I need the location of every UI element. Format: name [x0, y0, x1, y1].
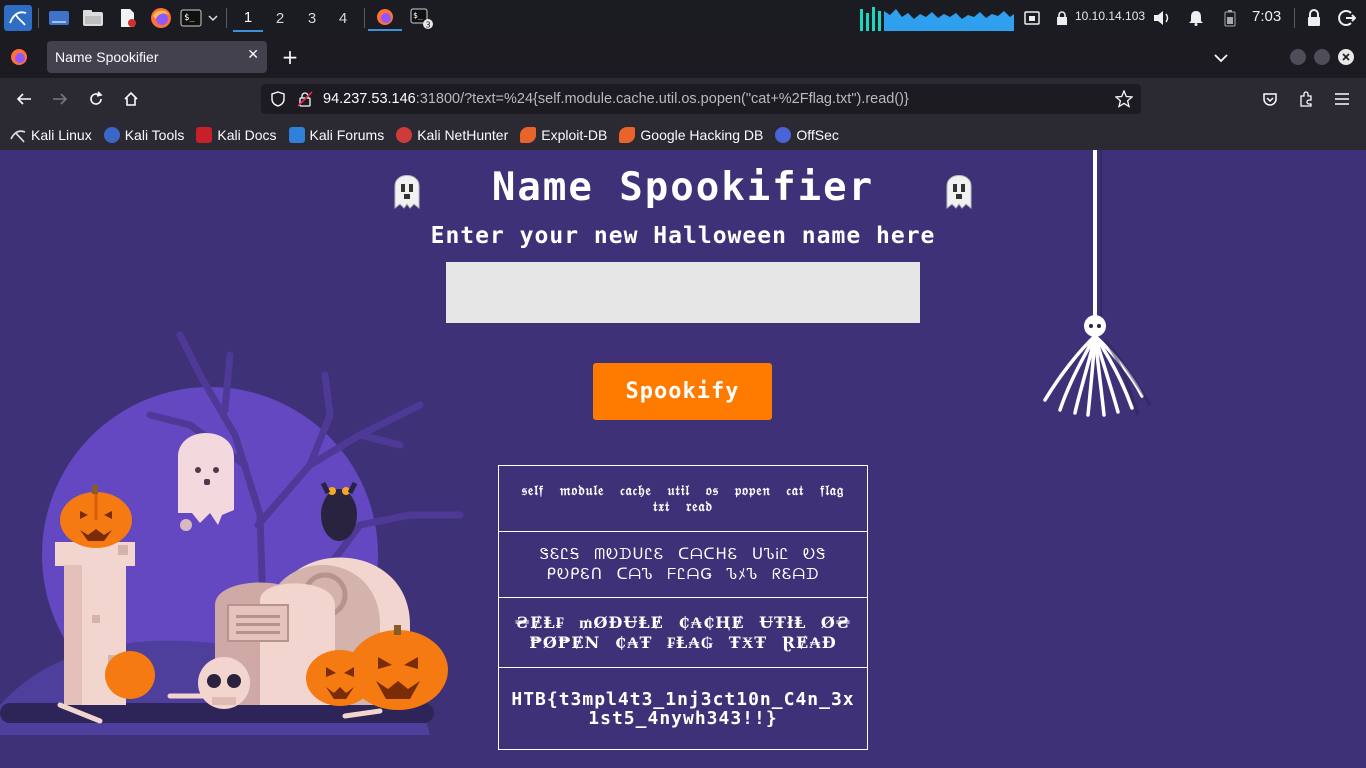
svg-text:$_: $_: [184, 13, 195, 23]
pocket-icon[interactable]: [1259, 88, 1281, 110]
new-tab-button[interactable]: +: [280, 45, 300, 69]
vpn-lock-icon: [1052, 5, 1072, 31]
ip-address: 10.10.14.103: [1075, 9, 1146, 23]
workspace-4[interactable]: 4: [328, 4, 358, 32]
table-row: ₴ɆⱠ₣ ₥ØĐɄⱠɆ ₵₳₵ⱧɆ ɄŦłⱠ Ø₴ ₱Ø₱ɆN ₵₳Ŧ ₣Ⱡ₳₲…: [498, 597, 868, 668]
bookmark-kali-linux[interactable]: Kali Linux: [10, 127, 92, 143]
url-host: 94.237.53.146: [323, 91, 416, 107]
bookmark-google-hacking-db[interactable]: Google Hacking DB: [619, 127, 763, 143]
workspace-3[interactable]: 3: [297, 4, 327, 32]
bookmark-kali-nethunter[interactable]: Kali NetHunter: [396, 127, 508, 143]
maximize-window-button[interactable]: [1314, 49, 1330, 65]
page-subtitle: Enter your new Halloween name here: [430, 223, 936, 249]
kali-menu-icon[interactable]: [4, 5, 32, 31]
tab-strip: Name Spookifier ✕ +: [0, 36, 1366, 78]
navigation-toolbar: 94.237.53.146:31800/?text=%24{self.modul…: [0, 78, 1366, 120]
bookmark-kali-docs[interactable]: Kali Docs: [196, 127, 277, 143]
result-font-4-flag: HTB{t3mpl4t3_1nj3ct10n_C4n_3x1st5_4nywh3…: [498, 667, 868, 750]
kali-tools-icon: [103, 127, 120, 143]
nethunter-icon: [396, 127, 413, 143]
address-bar[interactable]: 94.237.53.146:31800/?text=%24{self.modul…: [261, 84, 1141, 114]
page-title: Name Spookifier: [491, 165, 875, 210]
text-editor-icon[interactable]: [114, 5, 140, 31]
kali-dragon-icon: [10, 127, 26, 143]
bookmark-kali-tools[interactable]: Kali Tools: [103, 127, 184, 143]
app-menu-icon[interactable]: [1331, 88, 1353, 110]
back-button[interactable]: [13, 88, 35, 110]
bookmarks-toolbar: Kali Linux Kali Tools Kali Docs Kali For…: [0, 120, 1366, 150]
cpu-graph: [858, 5, 1016, 31]
terminal-launcher-icon[interactable]: $_: [178, 5, 204, 31]
battery-icon[interactable]: [1221, 5, 1239, 31]
close-window-button[interactable]: [1338, 49, 1354, 65]
list-all-tabs-icon[interactable]: [1214, 48, 1228, 67]
home-button[interactable]: [120, 88, 142, 110]
tab-title: Name Spookifier: [55, 49, 159, 65]
table-row: ᏕᏋᏝᎦ ᗰᎧᗪᑌᏝᏋ ᑕᗩᑕᕼᏋ ᑌᏖᎥᏝ ᎧᏕ ᑭᎧᑭᏋᑎ ᑕᗩᏖ ᖴᏝᗩǤ…: [498, 531, 868, 598]
bookmark-star-icon[interactable]: [1114, 89, 1134, 112]
offsec-icon: [775, 127, 792, 143]
bookmark-kali-forums[interactable]: Kali Forums: [288, 127, 384, 143]
result-font-3: ₴ɆⱠ₣ ₥ØĐɄⱠɆ ₵₳₵ⱧɆ ɄŦłⱠ Ø₴ ₱Ø₱ɆN ₵₳Ŧ ₣Ⱡ₳₲…: [498, 597, 868, 668]
show-desktop-icon[interactable]: [46, 5, 72, 31]
file-manager-icon[interactable]: [80, 5, 106, 31]
kali-forums-icon: [288, 127, 305, 143]
system-panel: $_ 1 2 3 4 $_ 3 10.10.14.103 7:03: [0, 0, 1366, 36]
terminal-window-button[interactable]: $_ 3: [408, 5, 436, 31]
clock[interactable]: 7:03: [1252, 8, 1281, 25]
minimize-window-button[interactable]: [1290, 49, 1306, 65]
halloween-name-input[interactable]: [446, 262, 920, 323]
svg-text:3: 3: [426, 21, 431, 30]
graveyard-illustration: [0, 331, 464, 735]
workspace-1[interactable]: 1: [233, 4, 263, 32]
tab-name-spookifier[interactable]: Name Spookifier ✕: [47, 41, 267, 73]
network-icon[interactable]: [1022, 5, 1042, 31]
shield-icon[interactable]: [270, 91, 286, 111]
result-font-1: 𝔰𝔢𝔩𝔣 𝔪𝔬𝔡𝔲𝔩𝔢 𝔠𝔞𝔠𝔥𝔢 𝔲𝔱𝔦𝔩 𝔬𝔰 𝔭𝔬𝔭𝔢𝔫 𝔠𝔞𝔱 𝔣𝔩𝔞𝔤…: [498, 465, 868, 532]
exploit-db-icon: [520, 127, 537, 143]
volume-icon[interactable]: [1151, 5, 1173, 31]
svg-text:$_: $_: [413, 11, 423, 20]
spookified-results-table: 𝔰𝔢𝔩𝔣 𝔪𝔬𝔡𝔲𝔩𝔢 𝔠𝔞𝔠𝔥𝔢 𝔲𝔱𝔦𝔩 𝔬𝔰 𝔭𝔬𝔭𝔢𝔫 𝔠𝔞𝔱 𝔣𝔩𝔞𝔤…: [498, 465, 868, 750]
notifications-bell-icon[interactable]: [1186, 5, 1206, 31]
table-row: 𝔰𝔢𝔩𝔣 𝔪𝔬𝔡𝔲𝔩𝔢 𝔠𝔞𝔠𝔥𝔢 𝔲𝔱𝔦𝔩 𝔬𝔰 𝔭𝔬𝔭𝔢𝔫 𝔠𝔞𝔱 𝔣𝔩𝔞𝔤…: [498, 465, 868, 532]
extensions-icon[interactable]: [1295, 88, 1317, 110]
spookify-button[interactable]: Spookify: [593, 363, 772, 420]
url-text[interactable]: 94.237.53.146:31800/?text=%24{self.modul…: [323, 91, 909, 107]
firefox-window-button[interactable]: [368, 5, 402, 31]
logout-icon[interactable]: [1336, 5, 1358, 31]
table-row: HTB{t3mpl4t3_1nj3ct10n_C4n_3x1st5_4nywh3…: [498, 667, 868, 750]
web-page: Name Spookifier Enter your new Halloween…: [0, 150, 1366, 768]
workspace-2[interactable]: 2: [265, 4, 295, 32]
firefox-launcher-icon[interactable]: [148, 5, 174, 31]
firefox-view-icon[interactable]: [10, 48, 28, 70]
bookmark-exploit-db[interactable]: Exploit-DB: [520, 127, 607, 143]
reload-button[interactable]: [85, 88, 107, 110]
forward-button[interactable]: [49, 88, 71, 110]
ghdb-icon: [619, 127, 636, 143]
lock-screen-icon[interactable]: [1303, 5, 1325, 31]
close-icon[interactable]: ✕: [247, 47, 259, 63]
insecure-lock-icon[interactable]: [297, 91, 313, 111]
chevron-down-icon[interactable]: [205, 5, 221, 31]
kali-docs-icon: [196, 127, 213, 143]
result-font-2: ᏕᏋᏝᎦ ᗰᎧᗪᑌᏝᏋ ᑕᗩᑕᕼᏋ ᑌᏖᎥᏝ ᎧᏕ ᑭᎧᑭᏋᑎ ᑕᗩᏖ ᖴᏝᗩǤ…: [498, 531, 868, 598]
url-path: :31800/?text=%24{self.module.cache.util.…: [415, 91, 909, 107]
bookmark-offsec[interactable]: OffSec: [775, 127, 839, 143]
